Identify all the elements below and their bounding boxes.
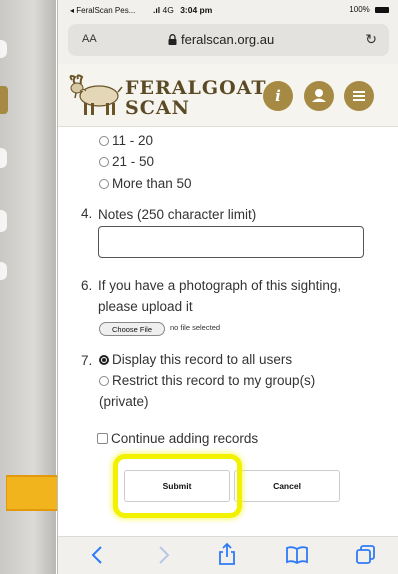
question-number: 7. xyxy=(81,353,93,368)
option-label: Display this record to all users xyxy=(112,352,293,367)
question-number: 4. xyxy=(81,206,93,221)
bg-element xyxy=(0,86,8,114)
address-bar-area: AA feralscan.org.au ↻ xyxy=(58,20,398,64)
notes-input[interactable] xyxy=(98,226,364,258)
user-icon[interactable] xyxy=(304,81,334,111)
notes-label: Notes (250 character limit) xyxy=(98,207,257,222)
phone-screen: ◂ FeralScan Pes... .ıl 4G 3:04 pm 100% A… xyxy=(57,0,398,574)
share-icon[interactable] xyxy=(218,542,236,566)
question-number: 6. xyxy=(81,278,93,293)
tabs-icon[interactable] xyxy=(356,545,376,565)
continue-adding-checkbox[interactable]: Continue adding records xyxy=(97,431,258,446)
option-label: More than 50 xyxy=(112,176,192,191)
url-text[interactable]: feralscan.org.au xyxy=(181,32,274,47)
count-option-more-than-50[interactable]: More than 50 xyxy=(99,176,192,191)
browser-toolbar xyxy=(58,536,398,574)
carrier-label: 4G xyxy=(162,5,174,15)
address-bar[interactable]: AA feralscan.org.au ↻ xyxy=(68,24,389,56)
bg-element xyxy=(0,210,7,232)
form-content: 11 - 20 21 - 50 More than 50 4. Notes (2… xyxy=(58,126,398,536)
checkbox[interactable] xyxy=(97,433,108,444)
info-icon[interactable]: i xyxy=(263,81,293,111)
status-back-app[interactable]: ◂ FeralScan Pes... xyxy=(70,6,135,15)
photo-question: If you have a photograph of this sightin… xyxy=(98,275,341,317)
reload-icon[interactable]: ↻ xyxy=(365,31,377,48)
forward-icon[interactable] xyxy=(157,545,171,565)
menu-icon[interactable] xyxy=(344,81,374,111)
count-option-11-20[interactable]: 11 - 20 xyxy=(99,133,153,148)
photo-question-line-1: If you have a photograph of this sightin… xyxy=(98,278,342,293)
bg-element xyxy=(0,40,7,58)
goat-logo xyxy=(69,74,123,115)
radio-button[interactable] xyxy=(99,376,109,386)
status-bar: ◂ FeralScan Pes... .ıl 4G 3:04 pm 100% xyxy=(58,0,398,20)
visibility-option-all-users[interactable]: Display this record to all users xyxy=(99,352,292,367)
battery-icon xyxy=(375,6,389,13)
photo-question-line-2: please upload it xyxy=(98,299,193,314)
logo-line-1: FERALGOAT xyxy=(125,77,267,99)
submit-highlight-outline xyxy=(113,454,242,518)
battery-percent: 100% xyxy=(349,5,370,14)
option-label: 11 - 20 xyxy=(112,133,154,148)
checkbox-label: Continue adding records xyxy=(111,431,259,446)
bg-element xyxy=(0,262,7,280)
status-center: .ıl 4G 3:04 pm xyxy=(153,5,212,15)
clock: 3:04 pm xyxy=(180,5,213,15)
count-option-21-50[interactable]: 21 - 50 xyxy=(99,154,154,169)
option-label: 21 - 50 xyxy=(112,154,155,169)
site-header: FERALGOAT SCAN i xyxy=(58,64,398,127)
option-label: Restrict this record to my group(s) xyxy=(112,373,316,388)
radio-button[interactable] xyxy=(99,136,109,146)
radio-button[interactable] xyxy=(99,157,109,167)
bg-element xyxy=(0,148,7,168)
bookmarks-icon[interactable] xyxy=(286,545,308,565)
radio-button-selected[interactable] xyxy=(99,355,109,365)
back-icon[interactable] xyxy=(90,545,104,565)
text-size-button[interactable]: AA xyxy=(82,33,97,45)
lock-icon xyxy=(168,34,177,45)
radio-button[interactable] xyxy=(99,179,109,189)
logo-line-2: SCAN xyxy=(125,97,190,119)
signal-icon: .ıl xyxy=(153,5,161,15)
visibility-option-group[interactable]: Restrict this record to my group(s) xyxy=(99,373,315,388)
choose-file-button[interactable]: Choose File xyxy=(99,322,165,336)
file-status: no file selected xyxy=(170,323,221,332)
site-logo-text[interactable]: FERALGOAT SCAN xyxy=(125,78,266,118)
cancel-button[interactable]: Cancel xyxy=(234,470,340,502)
visibility-option-group-note: (private) xyxy=(99,394,149,409)
battery-indicator: 100% xyxy=(349,5,389,14)
